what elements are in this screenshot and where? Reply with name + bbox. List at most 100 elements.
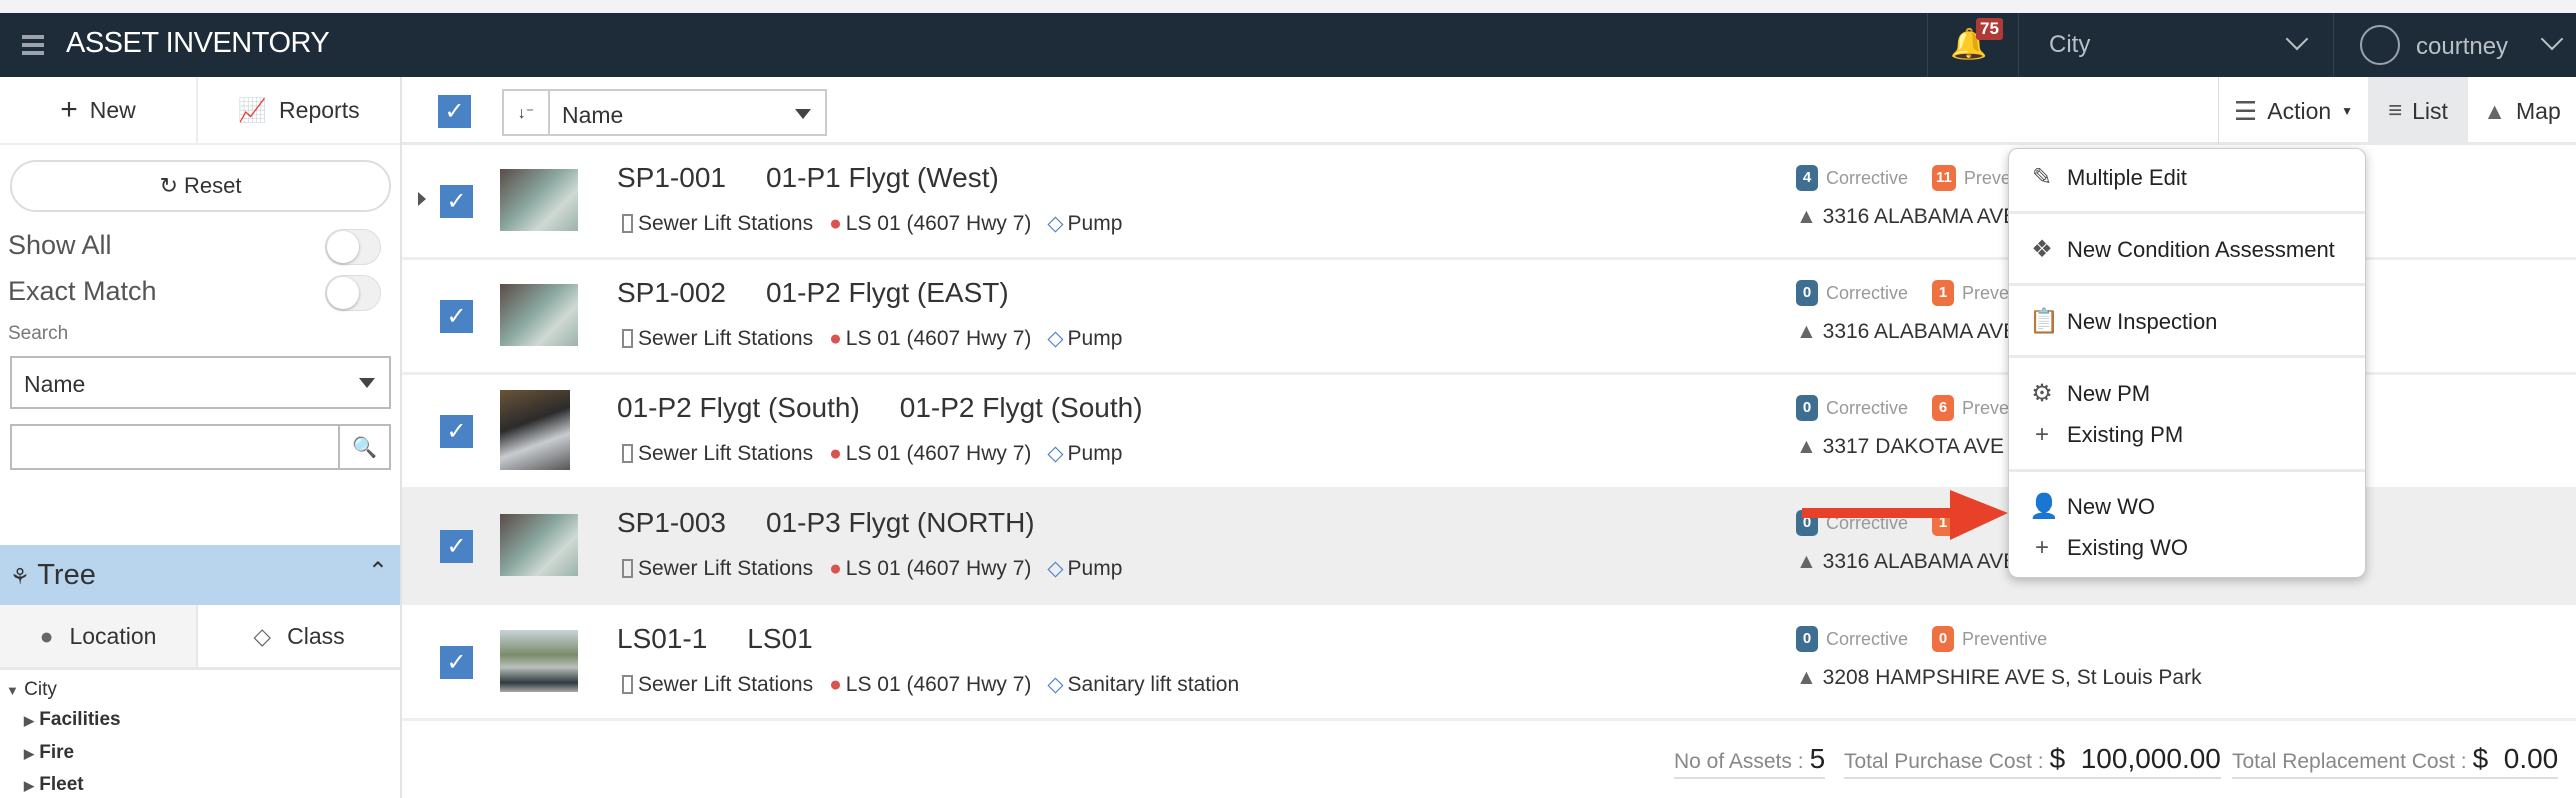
exact-match-toggle[interactable]: [325, 275, 381, 311]
tree-node-fire[interactable]: ▶ Fire: [24, 742, 74, 764]
menu-item-new-wo[interactable]: 👤 New WO: [2029, 492, 2155, 521]
asset-location: ● LS 01 (4607 Hwy 7): [829, 326, 1032, 350]
city-dropdown[interactable]: City: [2018, 13, 2333, 77]
action-button[interactable]: ☰ Action ▼: [2218, 77, 2368, 145]
asset-class: ◇ Pump: [1047, 212, 1123, 235]
corrective-count: 0: [1796, 280, 1818, 306]
caret-down-icon: [359, 378, 375, 388]
asset-id: LS01-1: [617, 623, 708, 654]
sort-select[interactable]: ↓⁻ Name: [502, 89, 827, 136]
expand-icon[interactable]: [418, 192, 426, 206]
new-button[interactable]: + New: [0, 77, 198, 145]
building-icon: [622, 675, 633, 695]
asset-name: 01-P2 Flygt (EAST): [765, 277, 1009, 308]
tree-node-facilities[interactable]: ▶ Facilities: [24, 709, 121, 731]
asset-row[interactable]: ✓ LS01-1 LS01 Sewer Lift Stations ● LS 01 (46…: [402, 606, 2576, 721]
asset-thumbnail[interactable]: [500, 630, 578, 692]
reports-label: Reports: [279, 96, 360, 123]
asset-title[interactable]: LS01-1 LS01: [617, 623, 813, 655]
exact-match-label: Exact Match: [8, 276, 157, 306]
location-pin-icon: ●: [39, 622, 54, 649]
reports-button[interactable]: 📈 Reports: [198, 77, 400, 145]
menu-item-new-pm[interactable]: ⚙ New PM: [2029, 379, 2150, 408]
asset-title[interactable]: 01-P2 Flygt (South) 01-P2 Flygt (South): [617, 392, 1143, 424]
tag-icon: ◇: [1047, 442, 1064, 465]
divider: [2009, 211, 2365, 214]
chevron-down-icon: [2540, 27, 2564, 51]
asset-thumbnail[interactable]: [500, 169, 578, 231]
map-label: Map: [2516, 97, 2561, 124]
clipboard-icon: 📋: [2029, 308, 2059, 335]
asset-meta: Sewer Lift Stations ● LS 01 (4607 Hwy 7) ◇ P…: [622, 326, 1122, 351]
refresh-icon: ↻: [159, 173, 178, 198]
asset-thumbnail[interactable]: [500, 514, 578, 576]
user-menu[interactable]: courtney: [2333, 13, 2576, 77]
asset-category: Sewer Lift Stations: [622, 327, 813, 351]
pm-tools-icon: ⚙: [2031, 380, 2053, 407]
sort-az-icon[interactable]: ↓⁻: [504, 91, 550, 134]
tag-icon: ◇: [1047, 327, 1064, 350]
menu-icon[interactable]: [22, 35, 44, 55]
tree-panel-header[interactable]: ⚘ Tree ⌃: [0, 545, 400, 605]
notifications-button[interactable]: 🔔 75: [1927, 13, 2018, 77]
tree-title: Tree: [37, 559, 96, 591]
search-button[interactable]: 🔍: [340, 424, 391, 470]
menu-item-new-inspection[interactable]: 📋 New Inspection: [2029, 307, 2217, 336]
menu-item-existing-pm[interactable]: + Existing PM: [2029, 421, 2183, 449]
row-checkbox[interactable]: ✓: [440, 300, 473, 333]
list-bars-icon: ☰: [2233, 95, 2258, 126]
menu-item-existing-wo[interactable]: + Existing WO: [2029, 534, 2188, 562]
asset-title[interactable]: SP1-001 01-P1 Flygt (West): [617, 162, 999, 194]
asset-title[interactable]: SP1-002 01-P2 Flygt (EAST): [617, 277, 1009, 309]
tree-node-label: City: [24, 679, 57, 700]
select-all-checkbox[interactable]: ✓: [438, 95, 471, 128]
corrective-count: 4: [1796, 165, 1818, 191]
menu-item-new-condition-assessment[interactable]: ❖ New Condition Assessment: [2029, 235, 2335, 264]
username: courtney: [2416, 33, 2509, 60]
caret-down-icon: ▼: [2341, 104, 2354, 118]
asset-meta: Sewer Lift Stations ● LS 01 (4607 Hwy 7) ◇ S…: [622, 672, 1239, 697]
asset-meta: Sewer Lift Stations ● LS 01 (4607 Hwy 7) ◇ P…: [622, 211, 1122, 236]
tree-node-city[interactable]: ▼ City: [6, 679, 57, 701]
row-checkbox[interactable]: ✓: [440, 646, 473, 679]
action-label: Action: [2267, 97, 2332, 124]
asset-thumbnail[interactable]: [500, 390, 570, 470]
plus-icon: +: [2034, 534, 2049, 561]
asset-id: SP1-003: [617, 507, 726, 538]
tree-node-label: Facilities: [39, 709, 121, 730]
tab-location[interactable]: ● Location: [0, 605, 198, 670]
menu-item-multiple-edit[interactable]: ✎ Multiple Edit: [2029, 163, 2187, 192]
asset-class: ◇ Pump: [1047, 442, 1123, 465]
reset-button[interactable]: ↻ Reset: [10, 160, 391, 212]
asset-name: 01-P2 Flygt (South): [899, 392, 1143, 423]
row-checkbox[interactable]: ✓: [440, 185, 473, 218]
preventive-count: 11: [1932, 165, 1956, 191]
search-input[interactable]: [10, 424, 340, 470]
asset-id: SP1-001: [617, 162, 726, 193]
map-pin-icon: ▲: [1796, 320, 1817, 343]
tag-icon: ◇: [253, 622, 272, 649]
new-label: New: [89, 96, 136, 123]
tree-node-fleet[interactable]: ▶ Fleet: [24, 774, 84, 796]
building-icon: [622, 329, 633, 349]
preventive-label: Preve: [1962, 282, 2010, 303]
row-checkbox[interactable]: ✓: [440, 530, 473, 563]
map-view-button[interactable]: ▲ Map: [2468, 77, 2576, 145]
browser-strip: [0, 0, 2576, 13]
map-pin-icon: ▲: [1796, 550, 1817, 573]
list-view-button[interactable]: ≡ List: [2368, 77, 2468, 145]
asset-address: ▲ 3316 ALABAMA AVE: [1796, 205, 2018, 228]
asset-class: ◇ Pump: [1047, 557, 1123, 580]
city-label: City: [2049, 31, 2091, 58]
search-field-select[interactable]: Name: [10, 356, 391, 409]
show-all-toggle[interactable]: [325, 229, 381, 265]
tree-icon: ⚘: [10, 564, 30, 589]
asset-location: ● LS 01 (4607 Hwy 7): [829, 672, 1032, 696]
asset-thumbnail[interactable]: [500, 284, 578, 346]
row-checkbox[interactable]: ✓: [440, 415, 473, 448]
building-icon: [622, 444, 633, 464]
asset-title[interactable]: SP1-003 01-P3 Flygt (NORTH): [617, 507, 1035, 539]
work-order-counts: 0 Corrective 1 Preve: [1796, 280, 2009, 306]
tab-class[interactable]: ◇ Class: [198, 605, 400, 670]
tag-icon: ◇: [1047, 673, 1064, 696]
